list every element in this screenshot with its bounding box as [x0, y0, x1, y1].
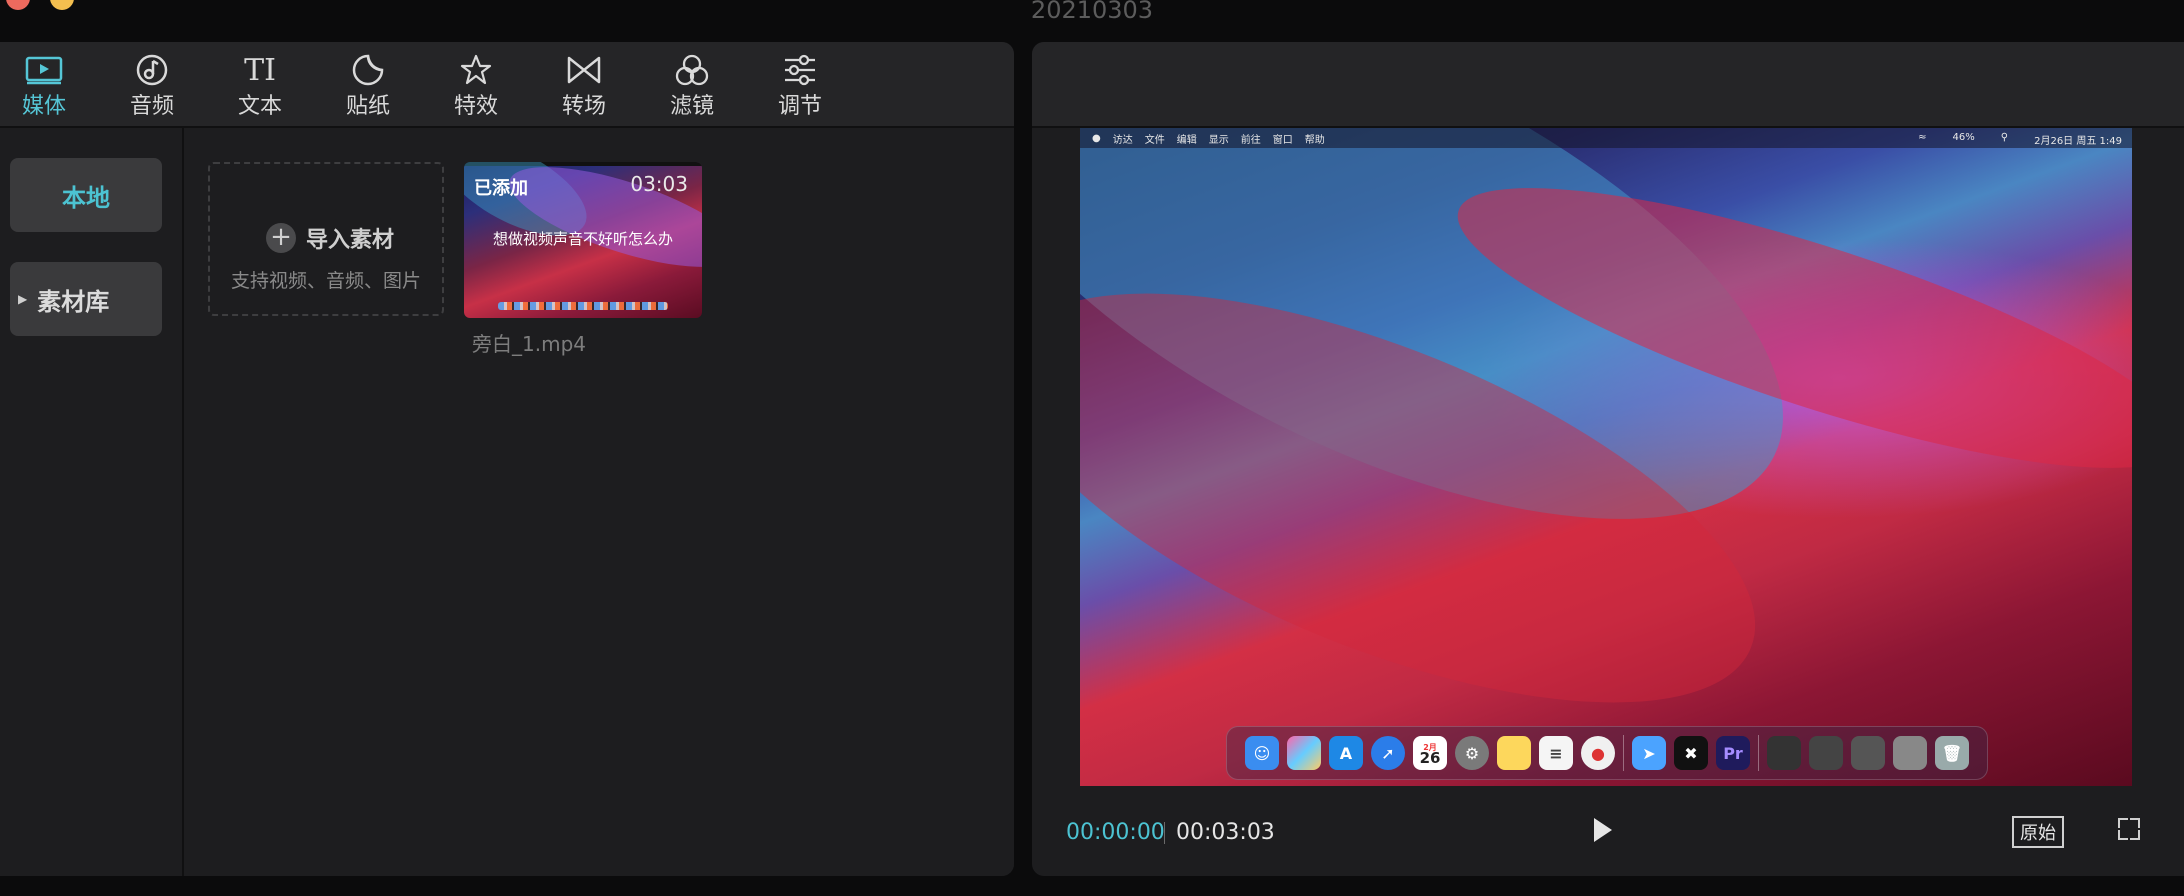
clip-filename: 旁白_1.mp4 — [472, 332, 586, 356]
media-panel: 媒体 音频 TI 文本 贴纸 特效 转场 滤镜 调节 本地 ▶ 素材库 + 导入… — [0, 42, 1014, 876]
time-divider — [1164, 822, 1165, 844]
safari-icon: ➚ — [1371, 736, 1405, 770]
media-content: + 导入素材 支持视频、音频、图片 已添加 03:03 想做视频声音不好听怎么办… — [184, 128, 1014, 876]
finder-icon: ☺ — [1245, 736, 1279, 770]
battery-percent: 46% — [1952, 132, 1975, 143]
trash-icon: 🗑 — [1935, 736, 1969, 770]
import-hint: 支持视频、音频、图片 — [230, 270, 421, 292]
chrome-icon: ● — [1581, 736, 1615, 770]
import-media-button[interactable]: + 导入素材 支持视频、音频、图片 — [208, 162, 444, 316]
preview-menubar: ● 访达 文件 编辑 显示 前往 窗口 帮助 ≈ 46% ⚲ 2月26日 周五 … — [1080, 128, 2132, 148]
original-ratio-button[interactable]: 原始 — [2012, 816, 2064, 848]
sidebar-item-library[interactable]: ▶ 素材库 — [10, 262, 162, 336]
clip-caption: 想做视频声音不好听怎么办 — [492, 230, 673, 248]
tool-sticker[interactable]: 贴纸 — [318, 52, 418, 120]
reminders-icon: ≡ — [1539, 736, 1573, 770]
media-sidebar: 本地 ▶ 素材库 — [0, 128, 184, 876]
tool-text[interactable]: TI 文本 — [210, 52, 310, 120]
playback-controls: 00:00:00 00:03:03 原始 — [1032, 786, 2184, 876]
expand-triangle-icon: ▶ — [18, 292, 28, 306]
clip-duration: 03:03 — [630, 172, 688, 196]
added-badge: 已添加 — [474, 178, 528, 199]
tool-filter[interactable]: 滤镜 — [642, 52, 742, 120]
capcut-icon: ✖ — [1674, 736, 1708, 770]
adjust-icon — [750, 52, 850, 88]
audio-icon — [102, 52, 202, 88]
tool-effects[interactable]: 特效 — [426, 52, 526, 120]
sidebar-item-label: 本地 — [62, 183, 110, 212]
player-panel: ● 访达 文件 编辑 显示 前往 窗口 帮助 ≈ 46% ⚲ 2月26日 周五 … — [1032, 42, 2184, 876]
launchpad-icon — [1287, 736, 1321, 770]
import-label: 导入素材 — [306, 228, 395, 253]
tool-adjust[interactable]: 调节 — [750, 52, 850, 120]
title-bar: 20210303 — [0, 0, 2184, 40]
top-toolbar: 媒体 音频 TI 文本 贴纸 特效 转场 滤镜 调节 — [0, 42, 1014, 128]
fullscreen-icon[interactable] — [2118, 818, 2140, 840]
menubar-clock: 2月26日 周五 1:49 — [2034, 136, 2122, 147]
plus-icon: + — [266, 223, 296, 253]
window-thumbnail-icon — [1851, 736, 1885, 770]
feishu-icon: ➤ — [1632, 736, 1666, 770]
sidebar-item-label: 素材库 — [37, 287, 110, 316]
premiere-icon: Pr — [1716, 736, 1750, 770]
window-title: 20210303 — [1030, 0, 1154, 24]
preview-dock: ☺ A ➚ 2月 26 ⚙ ≡ ● ➤ ✖ Pr 🗑 — [1226, 726, 1988, 780]
tool-audio[interactable]: 音频 — [102, 52, 202, 120]
apple-icon: ● — [1092, 132, 1101, 144]
effects-icon — [426, 52, 526, 88]
text-icon: TI — [244, 52, 276, 88]
wifi-icon: ≈ — [1918, 132, 1927, 143]
settings-icon: ⚙ — [1455, 736, 1489, 770]
app-store-icon: A — [1329, 736, 1363, 770]
sticker-icon — [318, 52, 418, 88]
sidebar-item-local[interactable]: 本地 — [10, 158, 162, 232]
filter-icon — [642, 52, 742, 88]
media-clip-thumbnail[interactable]: 已添加 03:03 想做视频声音不好听怎么办 — [464, 162, 702, 318]
video-preview[interactable]: ● 访达 文件 编辑 显示 前往 窗口 帮助 ≈ 46% ⚲ 2月26日 周五 … — [1080, 128, 2132, 786]
window-thumbnail-icon — [1767, 736, 1801, 770]
notes-icon — [1497, 736, 1531, 770]
total-time: 00:03:03 — [1176, 820, 1275, 845]
media-icon — [0, 52, 94, 88]
calendar-icon: 2月 26 — [1413, 736, 1447, 770]
play-icon[interactable] — [1594, 818, 1612, 842]
window-thumbnail-icon — [1809, 736, 1843, 770]
tool-transition[interactable]: 转场 — [534, 52, 634, 120]
player-header — [1032, 42, 2184, 128]
thumbnail-dock — [498, 302, 668, 310]
current-time: 00:00:00 — [1066, 820, 1165, 845]
search-icon: ⚲ — [2000, 132, 2009, 143]
transition-icon — [534, 52, 634, 88]
window-thumbnail-icon — [1893, 736, 1927, 770]
tool-media[interactable]: 媒体 — [0, 52, 94, 120]
